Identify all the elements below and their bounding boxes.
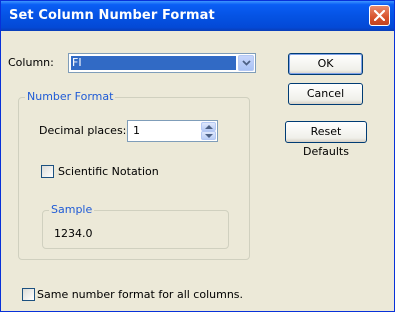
- scientific-notation-label: Scientific Notation: [58, 165, 159, 178]
- ok-button[interactable]: OK: [288, 53, 363, 75]
- dialog-window: Set Column Number Format Column: FI OK C…: [0, 0, 395, 312]
- number-format-legend: Number Format: [25, 90, 116, 103]
- cancel-button[interactable]: Cancel: [288, 83, 363, 105]
- chevron-down-icon: [205, 134, 213, 138]
- same-format-label: Same number format for all columns.: [37, 288, 244, 301]
- chevron-up-icon: [205, 125, 213, 129]
- close-icon: [374, 10, 385, 21]
- dropdown-arrow-button[interactable]: [238, 55, 254, 71]
- spin-down-button[interactable]: [201, 131, 216, 140]
- column-select-value: FI: [71, 56, 236, 70]
- chevron-down-icon: [242, 60, 251, 66]
- column-select[interactable]: FI: [68, 53, 256, 73]
- decimal-places-label: Decimal places:: [39, 124, 127, 137]
- decimal-places-value[interactable]: 1: [133, 124, 140, 137]
- spin-up-button[interactable]: [201, 122, 216, 131]
- same-format-checkbox[interactable]: [22, 288, 35, 301]
- close-button[interactable]: [369, 5, 390, 26]
- sample-value: 1234.0: [54, 227, 93, 240]
- decimal-places-spinner[interactable]: 1: [127, 120, 218, 142]
- dialog-title: Set Column Number Format: [9, 8, 215, 23]
- column-label: Column:: [8, 56, 54, 69]
- sample-legend: Sample: [49, 203, 95, 216]
- scientific-notation-checkbox[interactable]: [41, 165, 54, 178]
- title-bar[interactable]: Set Column Number Format: [1, 1, 394, 31]
- reset-defaults-button[interactable]: Reset Defaults: [285, 121, 367, 158]
